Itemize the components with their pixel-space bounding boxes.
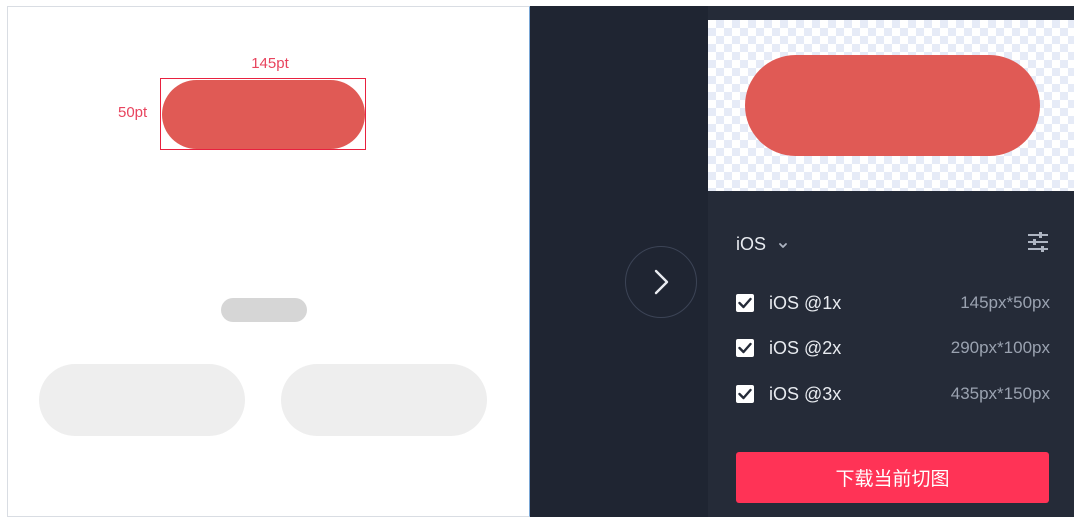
placeholder-pill-left[interactable] [39, 364, 245, 436]
checkmark-icon [738, 388, 752, 400]
preview-slice-image [745, 55, 1040, 156]
placeholder-pill-small[interactable] [221, 298, 307, 322]
design-canvas: 145pt 50pt [7, 6, 530, 517]
app-frame: 145pt 50pt iOS iOS @1x 145px*50px iOS @2… [0, 0, 1080, 523]
chevron-right-icon [654, 269, 669, 295]
export-option-2x: iOS @2x 290px*100px [736, 336, 1050, 360]
export-size-2x: 290px*100px [950, 338, 1050, 357]
export-label-3x: iOS @3x [769, 383, 842, 404]
sliders-icon[interactable] [1026, 230, 1050, 254]
export-checkbox-1x[interactable] [736, 294, 754, 312]
export-checkbox-3x[interactable] [736, 385, 754, 403]
export-option-3x: iOS @3x 435px*150px [736, 382, 1050, 406]
export-checkbox-2x[interactable] [736, 339, 754, 357]
height-measurement: 50pt [118, 104, 148, 121]
download-slice-button[interactable]: 下载当前切图 [736, 452, 1049, 503]
next-button[interactable] [625, 246, 697, 318]
placeholder-pill-right[interactable] [281, 364, 487, 436]
checkmark-icon [738, 342, 752, 354]
chevron-down-icon [779, 242, 787, 248]
transition-column [530, 6, 708, 517]
export-panel: iOS iOS @1x 145px*50px iOS @2x 290px*100… [708, 6, 1074, 517]
export-size-3x: 435px*150px [950, 384, 1050, 403]
platform-label: iOS [736, 234, 767, 254]
width-measurement: 145pt [251, 55, 289, 72]
export-size-1x: 145px*50px [960, 293, 1050, 312]
export-label-2x: iOS @2x [769, 337, 842, 358]
export-label-1x: iOS @1x [769, 292, 842, 313]
selection-outline [160, 78, 366, 150]
export-option-1x: iOS @1x 145px*50px [736, 291, 1050, 315]
checkmark-icon [738, 297, 752, 309]
platform-dropdown[interactable]: iOS [736, 234, 788, 255]
slice-preview [708, 20, 1074, 191]
